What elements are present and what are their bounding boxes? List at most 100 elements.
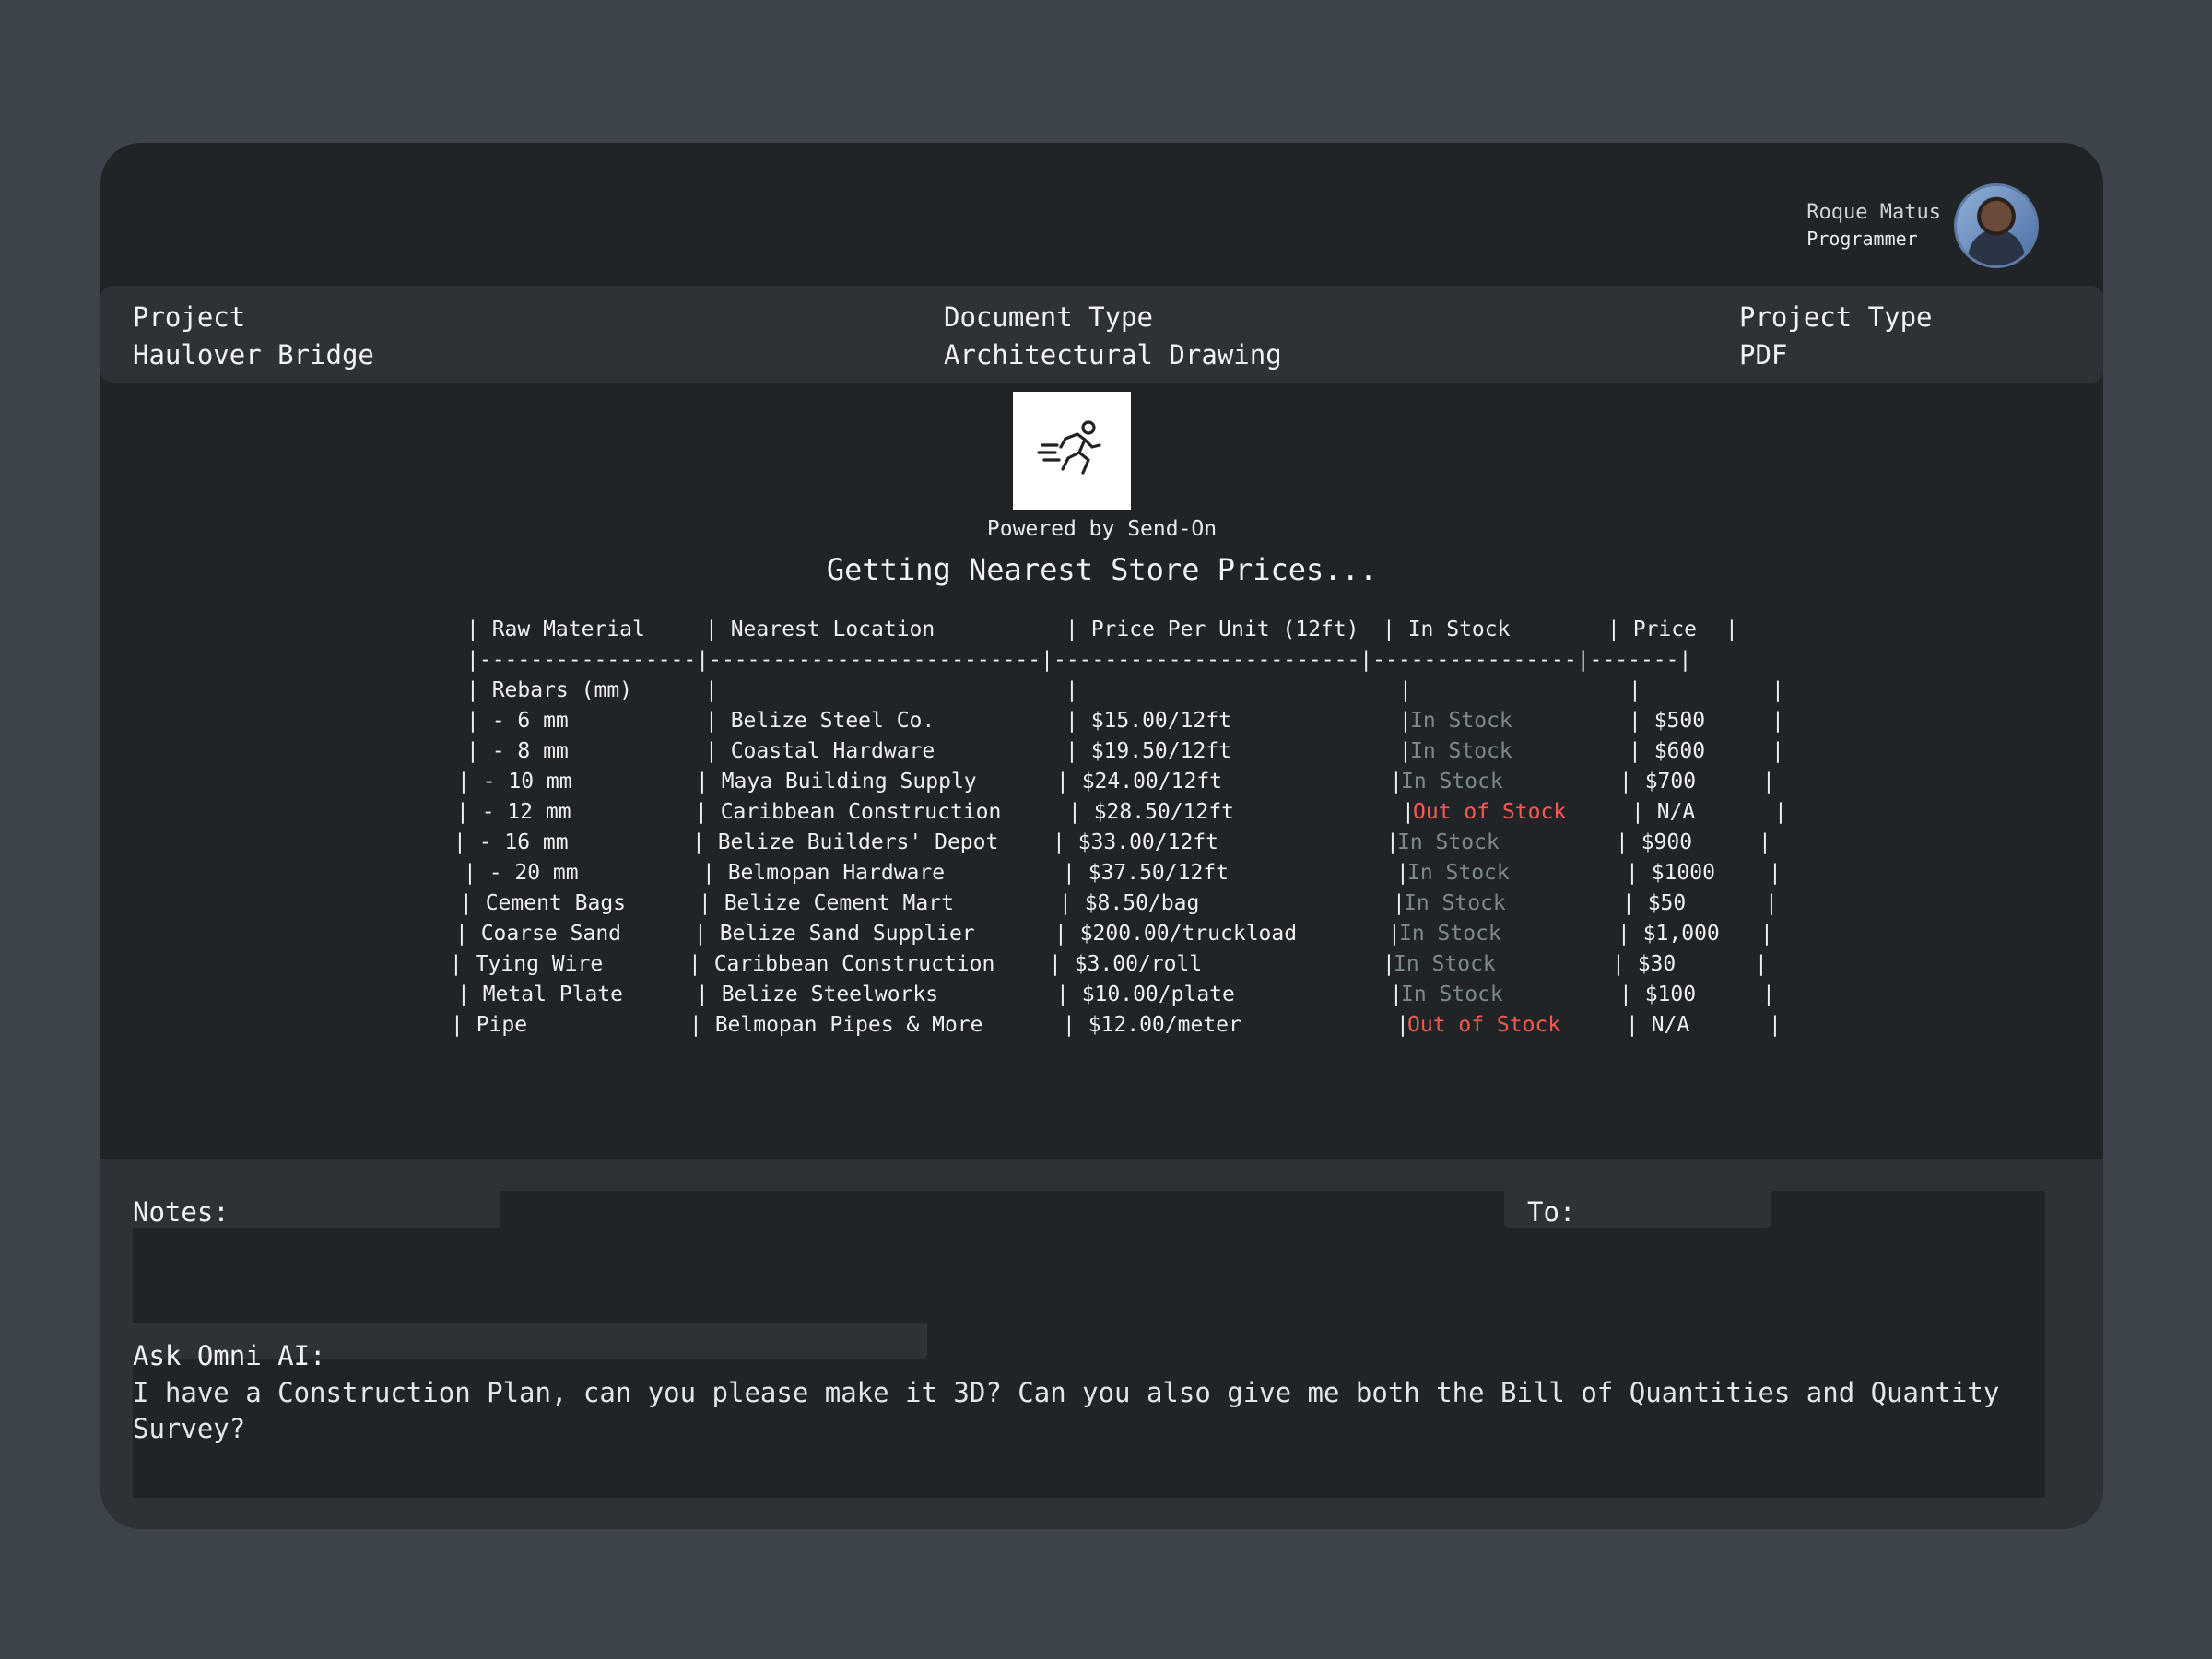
table-row: | Tying Wire | Caribbean Construction | $3… — [100, 949, 2103, 980]
table-cell: | $30 — [1612, 952, 1677, 976]
table-header-cell: | Nearest Location — [705, 618, 935, 641]
table-cell: | $900 — [1616, 830, 1693, 854]
table-cell: | — [1771, 709, 1784, 733]
table-cell: | $600 — [1629, 739, 1706, 763]
user-name: Roque Matus — [1806, 201, 1941, 224]
table-row: | - 6 mm | Belize Steel Co. | $15.00/12ft |… — [100, 706, 2103, 736]
table-cell: | — [1769, 1013, 1782, 1037]
stock-status: In Stock — [1401, 982, 1503, 1006]
avatar[interactable] — [1954, 183, 2039, 268]
stock-status: In Stock — [1410, 739, 1512, 763]
table-cell: | $15.00/12ft — [1065, 709, 1232, 733]
stock-status: In Stock — [1407, 861, 1510, 885]
notes-field[interactable] — [133, 1219, 2045, 1339]
table-row: | - 10 mm | Maya Building Supply | $24.00/… — [100, 767, 2103, 797]
to-label: To: — [1527, 1196, 1576, 1228]
table-cell: | N/A — [1626, 1013, 1690, 1037]
stock-status: In Stock — [1401, 770, 1503, 794]
notes-label: Notes: — [133, 1196, 229, 1228]
profile-text: Roque Matus Programmer — [1806, 200, 1941, 252]
table-cell: | - 8 mm — [466, 739, 569, 763]
table-cell: | — [1629, 678, 1641, 702]
table-row: | - 16 mm | Belize Builders' Depot | $33.0… — [100, 828, 2103, 858]
stock-status: In Stock — [1394, 952, 1496, 976]
project-label: Project — [133, 301, 246, 333]
stock-status: In Stock — [1410, 709, 1512, 733]
user-profile[interactable]: Roque Matus Programmer — [1806, 183, 2039, 268]
table-row: | Coarse Sand | Belize Sand Supplier | $20… — [100, 919, 2103, 949]
table-header-cell: | Raw Material — [466, 618, 645, 641]
table-cell: | - 12 mm — [456, 800, 571, 824]
table-cell: | - 20 mm — [464, 861, 579, 885]
table-header-cell: | Price Per Unit (12ft) — [1065, 618, 1359, 641]
table-header-cell: | — [1725, 618, 1738, 641]
table-cell: | $500 — [1629, 709, 1706, 733]
table-cell: | Belize Cement Mart — [699, 891, 954, 915]
table-cell: | Rebars (mm) — [466, 678, 633, 702]
table-cell: | Maya Building Supply — [696, 770, 977, 794]
table-cell: | $33.00/12ft — [1053, 830, 1219, 854]
price-table: | Raw Material | Nearest Location | Price … — [100, 615, 2103, 1041]
stock-status: In Stock — [1404, 891, 1506, 915]
table-cell: | — [1760, 922, 1773, 946]
table-cell: | Pipe — [451, 1013, 528, 1037]
table-cell: | — [1399, 678, 1412, 702]
user-role: Programmer — [1806, 228, 1918, 250]
table-cell: | $1,000 — [1618, 922, 1720, 946]
table-cell: | — [1762, 982, 1775, 1006]
table-cell: | $200.00/truckload — [1054, 922, 1298, 946]
table-cell: | Belize Steelworks — [696, 982, 939, 1006]
table-cell: | — [705, 678, 718, 702]
table-row: | - 8 mm | Coastal Hardware | $19.50/12ft |… — [100, 736, 2103, 767]
table-separator-row: |-----------------|---------------------… — [100, 645, 2103, 676]
table-cell: | — [1759, 830, 1771, 854]
project-type-value: PDF — [1739, 339, 1788, 371]
project-meta-bar: Project Haulover Bridge Document Type Ar… — [100, 286, 2103, 383]
table-cell: | Cement Bags — [460, 891, 627, 915]
table-cell: | Metal Plate — [457, 982, 624, 1006]
main-card: Roque Matus Programmer Project Haulover … — [100, 143, 2103, 1529]
table-cell: | $50 — [1622, 891, 1687, 915]
table-cell: | — [1771, 739, 1784, 763]
table-header-cell: | In Stock — [1382, 618, 1511, 641]
ask-omni-ai-label: Ask Omni AI: — [133, 1340, 326, 1371]
table-cell: | $10.00/plate — [1056, 982, 1235, 1006]
table-row: | Pipe | Belmopan Pipes & More | $12.00/me… — [100, 1010, 2103, 1041]
table-cell: | $24.00/12ft — [1056, 770, 1223, 794]
project-meta: Project Haulover Bridge — [133, 299, 374, 374]
stock-status: Out of Stock — [1413, 800, 1567, 824]
table-cell: | $8.50/bag — [1059, 891, 1200, 915]
send-on-logo — [1013, 392, 1131, 510]
table-cell: | Tying Wire — [450, 952, 604, 976]
status-heading: Getting Nearest Store Prices... — [826, 552, 1378, 587]
table-cell: | Belize Builders' Depot — [692, 830, 999, 854]
document-type-value: Architectural Drawing — [944, 339, 1282, 371]
table-cell: | $700 — [1619, 770, 1697, 794]
table-row: | Cement Bags | Belize Cement Mart | $8.50… — [100, 888, 2103, 919]
table-header-cell: | Price — [1607, 618, 1697, 641]
ask-omni-ai-input[interactable]: I have a Construction Plan, can you plea… — [133, 1375, 2013, 1447]
table-cell: | — [1774, 800, 1787, 824]
project-type-label: Project Type — [1739, 301, 1933, 333]
document-type-label: Document Type — [944, 301, 1153, 333]
table-cell: | - 6 mm — [466, 709, 569, 733]
table-cell: | — [1762, 770, 1775, 794]
table-cell: | Caribbean Construction — [695, 800, 1002, 824]
table-row: | Metal Plate | Belize Steelworks | $10.00… — [100, 980, 2103, 1010]
stock-status: Out of Stock — [1407, 1013, 1561, 1037]
table-cell: | $19.50/12ft — [1065, 739, 1232, 763]
table-cell: | Belmopan Pipes & More — [689, 1013, 983, 1037]
table-cell: | — [1771, 678, 1784, 702]
table-cell: | $100 — [1619, 982, 1697, 1006]
running-person-icon — [1037, 420, 1101, 475]
table-cell: | N/A — [1631, 800, 1696, 824]
table-cell: | - 10 mm — [457, 770, 572, 794]
table-cell: | Coastal Hardware — [705, 739, 935, 763]
table-cell: | — [1765, 891, 1778, 915]
table-cell: | — [1769, 861, 1782, 885]
table-cell: | $1000 — [1626, 861, 1715, 885]
table-cell: | — [1065, 678, 1078, 702]
table-cell: | Caribbean Construction — [688, 952, 995, 976]
stock-status: In Stock — [1397, 830, 1500, 854]
project-value: Haulover Bridge — [133, 339, 374, 371]
